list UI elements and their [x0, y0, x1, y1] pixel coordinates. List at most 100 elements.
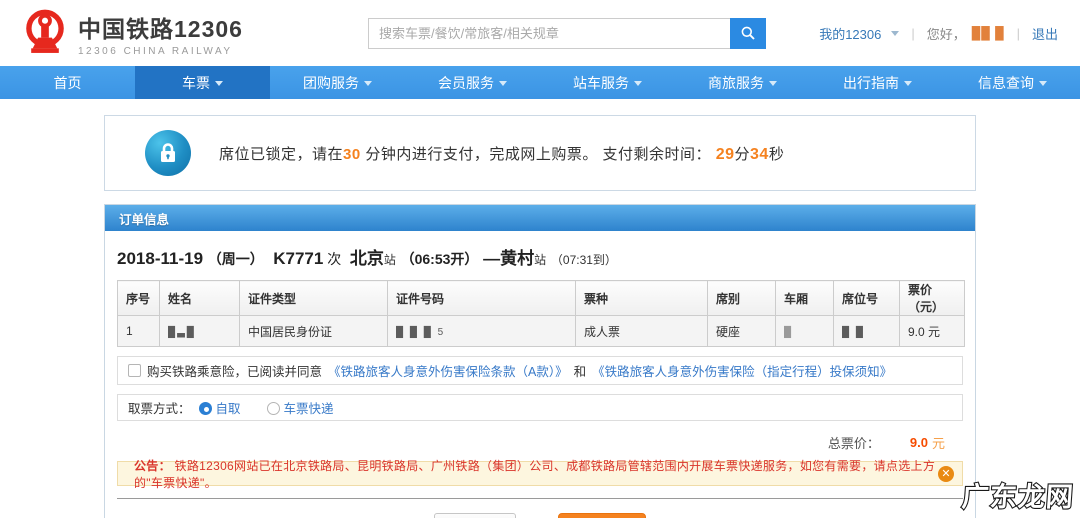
- arrive-time: （07:31到）: [550, 253, 617, 267]
- cell-ticket-type: 成人票: [575, 315, 708, 347]
- notice-part2: 分钟内进行支付，完成网上购票。: [360, 145, 598, 163]
- nav-item-member-services[interactable]: 会员服务: [405, 66, 540, 99]
- payment-countdown-text: 席位已锁定，请在30 分钟内进行支付，完成网上购票。 支付剩余时间： 29分34…: [219, 143, 784, 164]
- from-station-suffix: 站: [383, 253, 396, 267]
- watermark: 广东龙网: [960, 481, 1076, 514]
- nav-label: 站车服务: [573, 74, 629, 91]
- cancel-order-button[interactable]: 取消订单: [434, 513, 516, 518]
- user-links: 我的12306 | 您好， ██ █ | 退出: [819, 24, 1058, 43]
- insurance-notice-link[interactable]: 《铁路旅客人身意外伤害保险（指定行程）投保须知》: [592, 361, 892, 380]
- cell-id-masked: █ █ █ 5: [396, 327, 446, 338]
- insurance-label: 购买铁路乘意险，已阅读并同意: [147, 365, 323, 379]
- order-info-panel: 订单信息 2018-11-19 （周一） K7771 次 北京站 （06:53开…: [104, 204, 976, 518]
- train-weekday: （周一）: [207, 251, 264, 267]
- chevron-down-icon[interactable]: [891, 30, 900, 36]
- insurance-checkbox[interactable]: [128, 364, 141, 377]
- search-button[interactable]: [730, 17, 766, 49]
- countdown-minutes: 29: [715, 145, 735, 163]
- col-price: 票价（元）: [899, 280, 965, 316]
- nav-item-info-query[interactable]: 信息查询: [945, 66, 1080, 99]
- username-masked: ██ █: [971, 26, 1005, 40]
- table-header-row: 序号 姓名 证件类型 证件号码 票种 席别 车厢 席位号 票价（元）: [117, 280, 965, 316]
- insurance-and: 和: [573, 365, 587, 379]
- chevron-down-icon: [1039, 81, 1047, 86]
- divider: |: [1016, 25, 1020, 41]
- nav-label: 出行指南: [843, 74, 899, 91]
- cell-name-masked: █▃█: [168, 327, 196, 338]
- pickup-self-label: 自取: [215, 402, 241, 416]
- pay-online-button[interactable]: 网上支付: [558, 513, 646, 518]
- from-station: 北京: [349, 249, 384, 268]
- close-icon[interactable]: ✕: [938, 465, 954, 482]
- divider: |: [911, 25, 915, 41]
- lock-icon: [145, 130, 191, 176]
- to-station: 黄村: [500, 249, 535, 268]
- col-seat-class: 席别: [707, 280, 776, 316]
- nav-item-business-travel[interactable]: 商旅服务: [675, 66, 810, 99]
- search-icon: [741, 26, 755, 40]
- logo[interactable]: 中国铁路12306 12306 CHINA RAILWAY: [22, 8, 352, 58]
- train-date: 2018-11-19: [117, 249, 204, 268]
- payment-lock-notice: 席位已锁定，请在30 分钟内进行支付，完成网上购票。 支付剩余时间： 29分34…: [104, 115, 976, 191]
- col-id-number: 证件号码: [387, 280, 576, 316]
- cell-seat-masked: █ █: [842, 327, 865, 338]
- pickup-option-self[interactable]: 自取: [198, 398, 241, 417]
- nav-item-group-services[interactable]: 团购服务: [270, 66, 405, 99]
- to-station-suffix: 站: [534, 253, 547, 267]
- pickup-option-express[interactable]: 车票快递: [266, 398, 334, 417]
- total-value: 9.0: [909, 434, 928, 450]
- button-separator: [117, 498, 963, 499]
- cell-index: 1: [117, 315, 160, 347]
- pickup-label: 取票方式：: [128, 402, 191, 416]
- chevron-down-icon: [364, 81, 372, 86]
- train-summary: 2018-11-19 （周一） K7771 次 北京站 （06:53开） —黄村…: [105, 231, 975, 280]
- train-number-suffix: 次: [323, 251, 346, 267]
- cell-carriage-masked: █: [784, 327, 794, 338]
- notice-part3: 支付剩余时间：: [597, 145, 716, 163]
- countdown-sec-unit: 秒: [768, 145, 785, 163]
- nav-label: 会员服务: [438, 74, 494, 91]
- col-seat-no: 席位号: [833, 280, 900, 316]
- total-price-row: 总票价： 9.0 元: [117, 427, 963, 457]
- pickup-method-row: 取票方式： 自取 车票快递: [117, 394, 963, 421]
- cell-seat-class: 硬座: [707, 315, 776, 347]
- nav-item-tickets[interactable]: 车票: [135, 66, 270, 99]
- col-ticket: 票种: [575, 280, 708, 316]
- nav-label: 信息查询: [978, 74, 1034, 91]
- top-header: 中国铁路12306 12306 CHINA RAILWAY 我的12306 | …: [0, 0, 1080, 66]
- radio-unselected-icon[interactable]: [266, 402, 280, 415]
- minutes-allowed: 30: [343, 145, 361, 163]
- greeting-text: 您好，: [926, 26, 966, 42]
- countdown-min-unit: 分: [734, 145, 751, 163]
- logo-subtitle: 12306 CHINA RAILWAY: [78, 45, 233, 57]
- nav-item-travel-guide[interactable]: 出行指南: [810, 66, 945, 99]
- col-id-type: 证件类型: [239, 280, 388, 316]
- chevron-down-icon: [215, 81, 223, 86]
- pickup-express-label: 车票快递: [283, 402, 334, 416]
- order-info-title: 订单信息: [105, 205, 975, 231]
- nav-item-station-services[interactable]: 站车服务: [540, 66, 675, 99]
- insurance-terms-link[interactable]: 《铁路旅客人身意外伤害保险条款（A款）》: [328, 361, 568, 380]
- radio-selected-icon[interactable]: [198, 402, 212, 415]
- passenger-table: 序号 姓名 证件类型 证件号码 票种 席别 车厢 席位号 票价（元） 1 █▃█…: [117, 280, 965, 347]
- cell-price: 9.0 元: [899, 315, 965, 347]
- col-index: 序号: [117, 280, 160, 316]
- my12306-link[interactable]: 我的12306: [819, 24, 881, 43]
- total-unit: 元: [931, 435, 945, 451]
- passenger-row: 1 █▃█ 中国居民身份证 █ █ █ 5 成人票 硬座 █ █ █ 9.0 元: [117, 315, 965, 347]
- nav-label: 首页: [53, 74, 82, 91]
- chevron-down-icon: [904, 81, 912, 86]
- action-buttons: 取消订单 网上支付: [105, 513, 975, 518]
- total-label: 总票价：: [827, 435, 880, 451]
- nav-label: 车票: [182, 74, 210, 91]
- logout-link[interactable]: 退出: [1032, 24, 1058, 43]
- logo-text: 中国铁路12306 12306 CHINA RAILWAY: [78, 10, 243, 57]
- countdown-seconds: 34: [750, 145, 769, 163]
- chevron-down-icon: [769, 81, 777, 86]
- col-name: 姓名: [159, 280, 240, 316]
- nav-label: 商旅服务: [708, 74, 764, 91]
- nav-item-home[interactable]: 首页: [0, 66, 135, 99]
- dash: —: [483, 249, 501, 268]
- search-input[interactable]: [368, 17, 730, 49]
- cell-id-type: 中国居民身份证: [239, 315, 388, 347]
